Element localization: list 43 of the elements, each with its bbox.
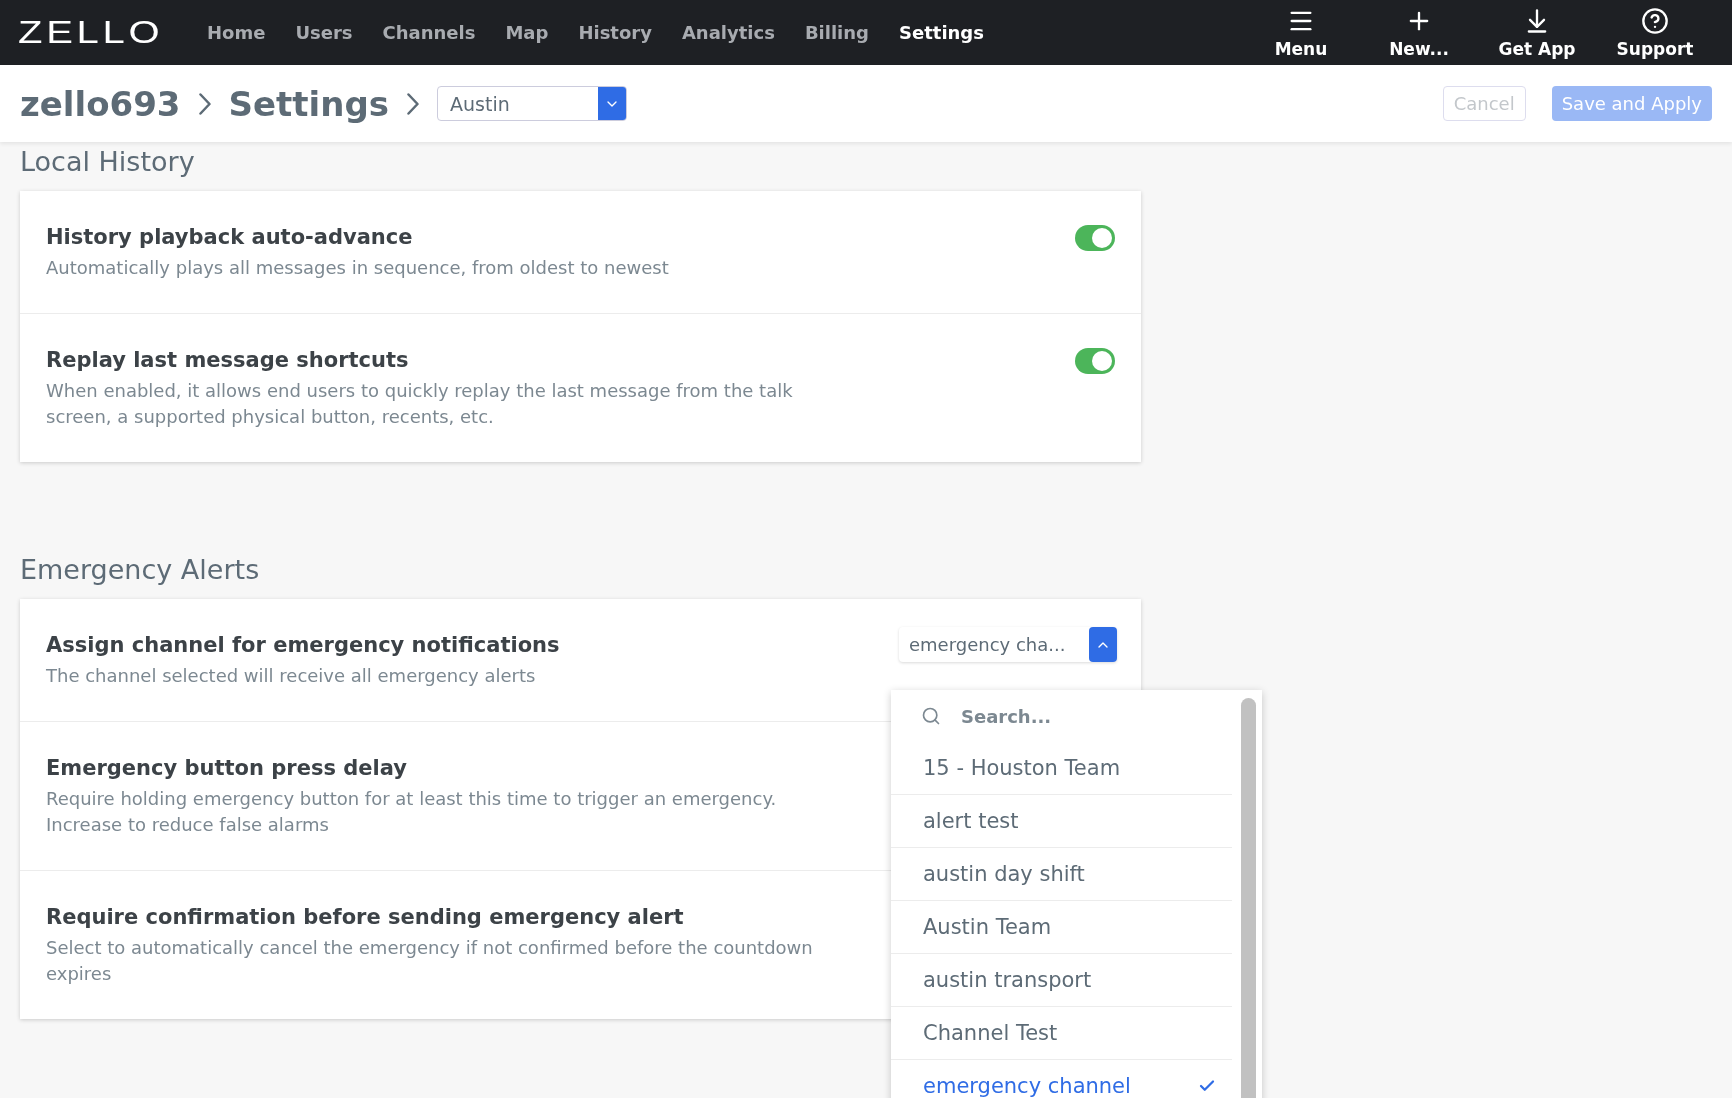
nav-link[interactable]: Analytics	[681, 22, 775, 43]
dropdown-option[interactable]: austin day shift	[891, 848, 1232, 901]
nav-link[interactable]: Channels	[382, 22, 476, 43]
chevron-right-icon	[198, 92, 211, 115]
nav-action-button[interactable]: Menu	[1242, 6, 1360, 59]
nav-link[interactable]: Map	[505, 22, 549, 43]
scrollbar-thumb[interactable]	[1241, 698, 1256, 1098]
setting-title: Require confirmation before sending emergency alert	[46, 905, 685, 929]
nav-action-button[interactable]: Support	[1596, 6, 1714, 59]
breadcrumb: zello693	[20, 83, 181, 124]
setting-title: Emergency button press delay	[46, 756, 408, 780]
channel-select[interactable]: emergency cha...	[899, 627, 1117, 662]
setting-description: Select to automatically cancel the emergency if not confirmed before the countdown expires	[46, 936, 814, 986]
chevron-right-icon	[407, 92, 419, 115]
setting-description: The channel selected will receive all emergency alerts	[46, 664, 537, 688]
nav-link[interactable]: Users	[295, 22, 353, 43]
section-title: Local History	[20, 146, 196, 177]
setting-title: Replay last message shortcuts	[46, 348, 410, 372]
dropdown-option[interactable]: 15 - Houston Team	[891, 742, 1232, 795]
nav-action-button[interactable]: Get App	[1478, 6, 1596, 59]
dropdown-option[interactable]: Channel Test	[891, 1007, 1232, 1060]
nav-link[interactable]: Settings	[899, 22, 984, 43]
setting-description: Automatically plays all messages in sequence, from oldest to newest	[46, 256, 670, 280]
nav-link[interactable]: History	[578, 22, 652, 43]
toggle-switch[interactable]	[1075, 348, 1115, 374]
dropdown-option[interactable]: austin transport	[891, 954, 1232, 1007]
nav-link[interactable]: Billing	[804, 22, 869, 43]
dropdown-option[interactable]: emergency channel	[891, 1060, 1232, 1098]
setting-title: History playback auto-advance	[46, 225, 414, 249]
setting-description: Require holding emergency button for at least this time to trigger an emergency. Increase to reduce false alarms	[46, 787, 778, 837]
search-icon	[921, 706, 941, 726]
setting-description: When enabled, it allows end users to quickly replay the last message from the talk screen, a supported physical button, recents, etc.	[46, 379, 794, 429]
nav-link[interactable]: Home	[207, 22, 266, 43]
toggle-switch[interactable]	[1075, 225, 1115, 251]
section-title: Emergency Alerts	[20, 554, 261, 585]
dropdown-option[interactable]: alert test	[891, 795, 1232, 848]
logo[interactable]: ZELLO	[18, 14, 203, 51]
location-select[interactable]: Austin	[437, 86, 627, 121]
setting-title: Assign channel for emergency notifications	[46, 633, 561, 657]
help-icon	[1641, 6, 1669, 35]
nav-action-button[interactable]: New...	[1360, 6, 1478, 59]
dropdown-option[interactable]: Austin Team	[891, 901, 1232, 954]
breadcrumb: Settings	[228, 83, 389, 124]
